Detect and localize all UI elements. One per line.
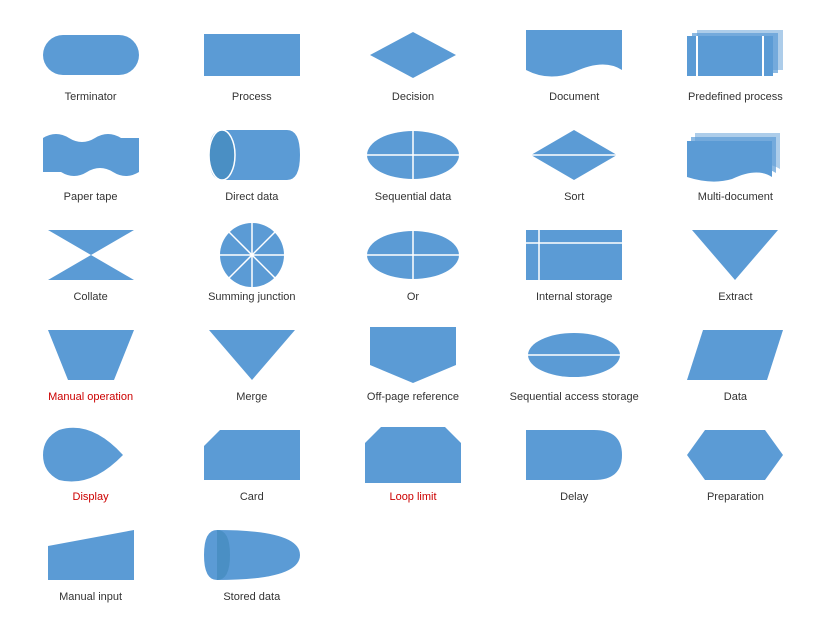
shape-internal-storage [498,224,651,286]
shape-delay [498,424,651,486]
cell-empty-3 [655,510,816,610]
cell-stored-data: Stored data [171,510,332,610]
cell-empty-2 [494,510,655,610]
label-summing-junction: Summing junction [208,290,295,304]
shape-merge [175,324,328,386]
cell-sequential-access-storage: Sequential access storage [494,310,655,410]
cell-loop-limit: Loop limit [332,410,493,510]
label-document: Document [549,90,599,104]
shape-display [14,424,167,486]
shape-predefined-process [659,24,812,86]
shapes-grid: Terminator Process Decision Document [10,10,816,610]
shape-sort [498,124,651,186]
shape-off-page-reference [336,324,489,386]
cell-predefined-process: Predefined process [655,10,816,110]
label-sequential-data: Sequential data [375,190,451,204]
cell-collate: Collate [10,210,171,310]
cell-internal-storage: Internal storage [494,210,655,310]
cell-terminator: Terminator [10,10,171,110]
cell-merge: Merge [171,310,332,410]
shape-process [175,24,328,86]
cell-display: Display [10,410,171,510]
cell-preparation: Preparation [655,410,816,510]
label-collate: Collate [73,290,107,304]
shape-summing-junction [175,224,328,286]
label-extract: Extract [718,290,752,304]
cell-summing-junction: Summing junction [171,210,332,310]
label-or: Or [407,290,419,304]
label-loop-limit: Loop limit [389,490,436,504]
label-multi-document: Multi-document [698,190,773,204]
cell-paper-tape: Paper tape [10,110,171,210]
shape-multi-document [659,124,812,186]
label-preparation: Preparation [707,490,764,504]
shape-document [498,24,651,86]
label-decision: Decision [392,90,434,104]
label-process: Process [232,90,272,104]
label-paper-tape: Paper tape [64,190,118,204]
shape-paper-tape [14,124,167,186]
cell-card: Card [171,410,332,510]
shape-stored-data [175,524,328,586]
cell-data: Data [655,310,816,410]
shape-terminator [14,24,167,86]
shape-sequential-data [336,124,489,186]
shape-or [336,224,489,286]
shape-decision [336,24,489,86]
label-sort: Sort [564,190,584,204]
shape-loop-limit [336,424,489,486]
label-data: Data [724,390,747,404]
label-predefined-process: Predefined process [688,90,783,104]
label-delay: Delay [560,490,588,504]
shape-direct-data [175,124,328,186]
label-display: Display [73,490,109,504]
shape-card [175,424,328,486]
cell-sequential-data: Sequential data [332,110,493,210]
shape-manual-operation [14,324,167,386]
label-terminator: Terminator [65,90,117,104]
shape-extract [659,224,812,286]
cell-document: Document [494,10,655,110]
label-stored-data: Stored data [223,590,280,604]
cell-direct-data: Direct data [171,110,332,210]
label-merge: Merge [236,390,267,404]
shape-preparation [659,424,812,486]
cell-off-page-reference: Off-page reference [332,310,493,410]
label-manual-operation: Manual operation [48,390,133,404]
cell-empty-1 [332,510,493,610]
shape-collate [14,224,167,286]
label-internal-storage: Internal storage [536,290,612,304]
cell-manual-input: Manual input [10,510,171,610]
label-direct-data: Direct data [225,190,278,204]
label-card: Card [240,490,264,504]
label-sequential-access-storage: Sequential access storage [510,390,639,404]
cell-process: Process [171,10,332,110]
cell-extract: Extract [655,210,816,310]
cell-decision: Decision [332,10,493,110]
shape-sequential-access-storage [498,324,651,386]
shape-manual-input [14,524,167,586]
cell-sort: Sort [494,110,655,210]
label-manual-input: Manual input [59,590,122,604]
cell-or: Or [332,210,493,310]
shape-data [659,324,812,386]
label-off-page-reference: Off-page reference [367,390,459,404]
cell-manual-operation: Manual operation [10,310,171,410]
cell-multi-document: Multi-document [655,110,816,210]
cell-delay: Delay [494,410,655,510]
